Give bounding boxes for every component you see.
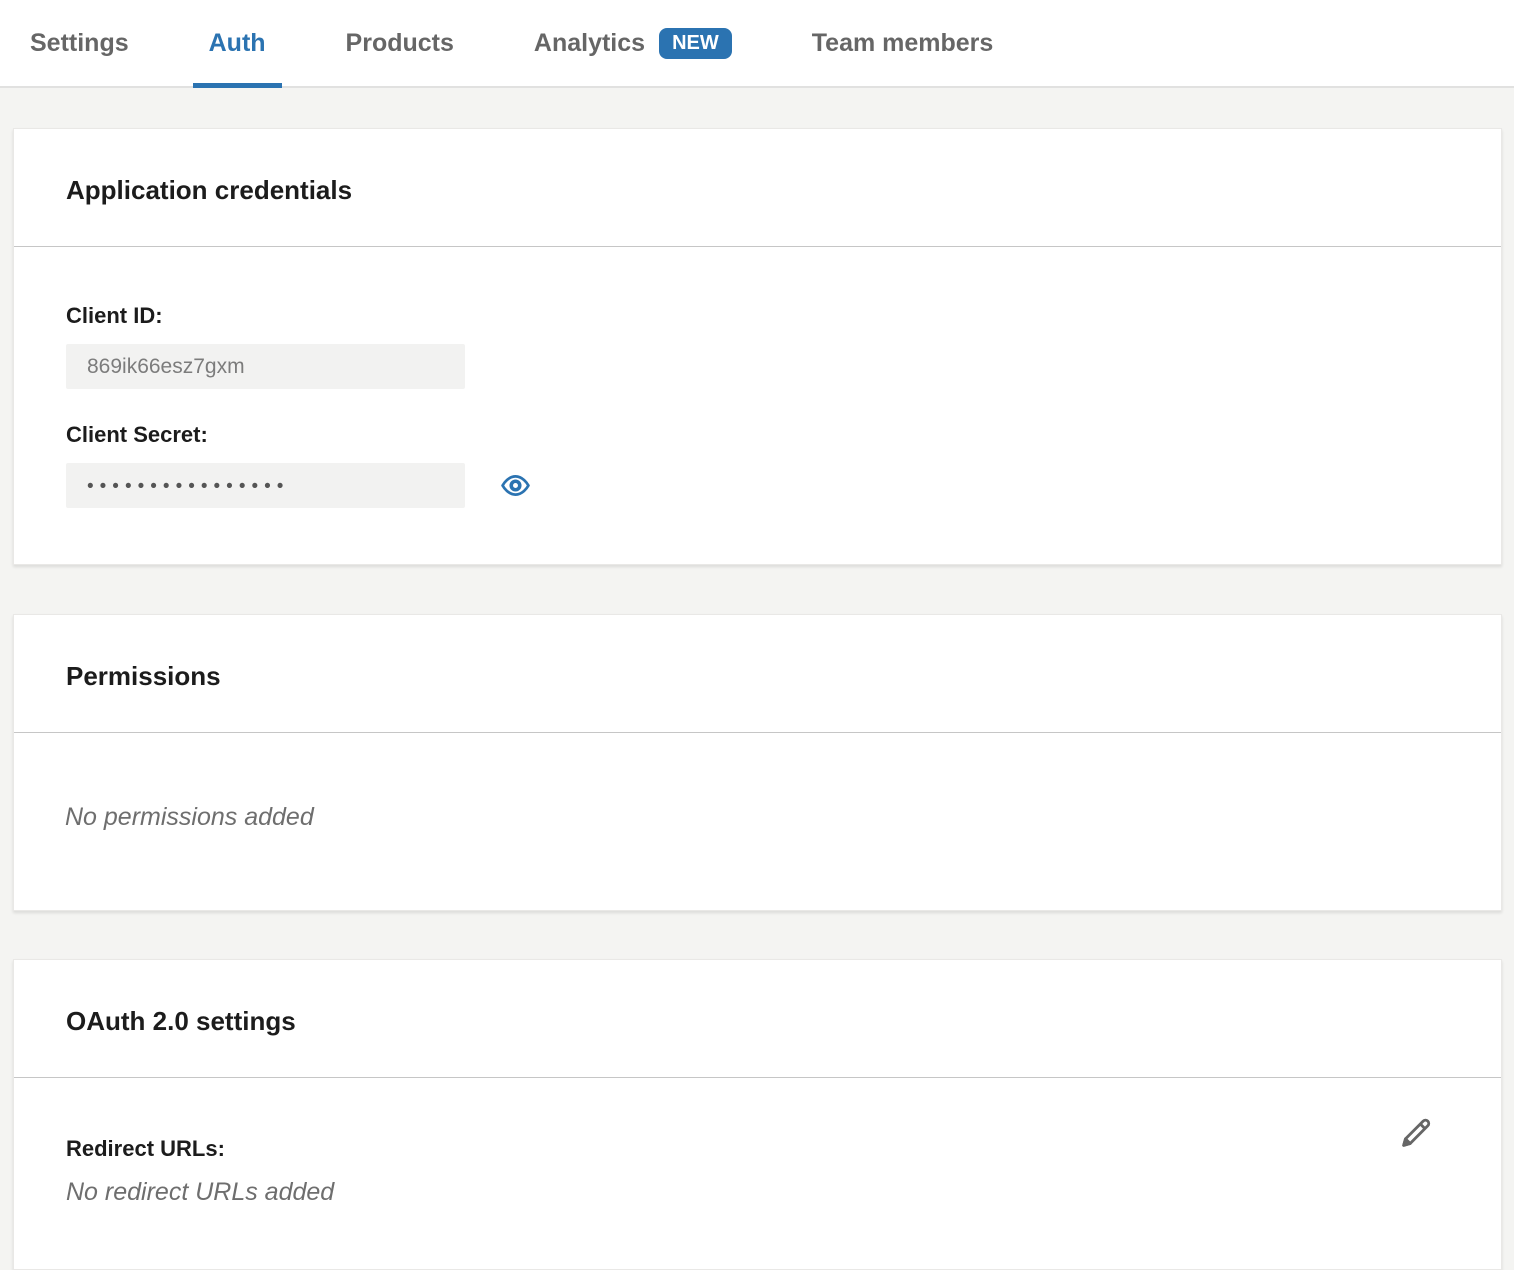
tab-team-members-label: Team members xyxy=(812,29,994,58)
permissions-empty-text: No permissions added xyxy=(65,803,1449,832)
tab-analytics[interactable]: Analytics NEW xyxy=(534,0,732,86)
permissions-header: Permissions xyxy=(14,615,1501,733)
oauth-settings-body: Redirect URLs: No redirect URLs added xyxy=(14,1078,1501,1269)
redirect-urls-empty-text: No redirect URLs added xyxy=(66,1178,1449,1207)
pencil-icon xyxy=(1395,1114,1435,1154)
oauth-settings-header: OAuth 2.0 settings xyxy=(14,960,1501,1078)
tab-auth[interactable]: Auth xyxy=(209,0,266,86)
client-secret-label: Client Secret: xyxy=(66,422,1449,448)
client-id-label: Client ID: xyxy=(66,303,1449,329)
application-credentials-header: Application credentials xyxy=(14,129,1501,247)
permissions-body: No permissions added xyxy=(14,733,1501,910)
redirect-urls-label: Redirect URLs: xyxy=(66,1136,1449,1162)
application-credentials-body: Client ID: 869ik66esz7gxm Client Secret:… xyxy=(14,247,1501,564)
tab-team-members[interactable]: Team members xyxy=(812,0,994,86)
client-id-field[interactable]: 869ik66esz7gxm xyxy=(66,344,465,389)
permissions-card: Permissions No permissions added xyxy=(13,614,1502,911)
application-credentials-card: Application credentials Client ID: 869ik… xyxy=(13,128,1502,565)
oauth-settings-title: OAuth 2.0 settings xyxy=(66,1006,1449,1037)
client-id-value: 869ik66esz7gxm xyxy=(87,355,245,379)
tab-auth-label: Auth xyxy=(209,29,266,58)
client-secret-field[interactable]: •••••••••••••••• xyxy=(66,463,465,508)
client-secret-row: •••••••••••••••• xyxy=(66,448,1449,508)
permissions-title: Permissions xyxy=(66,661,1449,692)
new-badge: NEW xyxy=(659,28,732,59)
edit-redirect-urls-button[interactable] xyxy=(1395,1114,1435,1154)
tab-settings-label: Settings xyxy=(30,29,129,58)
oauth-settings-card: OAuth 2.0 settings Redirect URLs: No red… xyxy=(13,959,1502,1270)
eye-icon xyxy=(499,469,532,502)
reveal-secret-button[interactable] xyxy=(499,469,532,502)
tab-bar: Settings Auth Products Analytics NEW Tea… xyxy=(0,0,1514,88)
tab-analytics-label: Analytics xyxy=(534,29,645,58)
application-credentials-title: Application credentials xyxy=(66,175,1449,206)
tab-products[interactable]: Products xyxy=(346,0,454,86)
client-secret-masked-value: •••••••••••••••• xyxy=(87,475,289,496)
tab-settings[interactable]: Settings xyxy=(30,0,129,86)
tab-products-label: Products xyxy=(346,29,454,58)
